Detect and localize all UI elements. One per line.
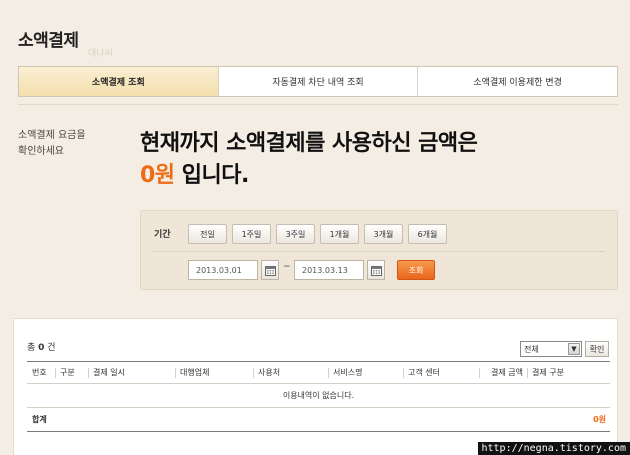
table-row: 이용내역이 없습니다. xyxy=(27,383,610,408)
column-header: 결제 일시 xyxy=(88,361,175,384)
divider xyxy=(18,104,618,105)
summary-line-1: 현재까지 소액결제를 사용하신 금액은 xyxy=(140,131,478,156)
column-header: 결제 금액 xyxy=(479,361,527,384)
total-count-value: 0 xyxy=(38,343,45,353)
empty-message: 이용내역이 없습니다. xyxy=(27,383,610,408)
page-title: 소액결제 xyxy=(18,31,79,51)
total-count: 총 0 건 xyxy=(27,340,56,353)
start-date-input[interactable]: 2013.03.01 xyxy=(188,260,258,280)
period-button-3-weeks[interactable]: 3주일 xyxy=(276,224,315,244)
summary-amount: 0원 xyxy=(140,163,175,188)
summary-suffix: 입니다. xyxy=(174,163,250,188)
column-header: 구분 xyxy=(55,361,88,384)
watermark: http://negna.tistory.com xyxy=(477,442,630,455)
guide-line-2: 확인하세요 xyxy=(18,146,64,157)
column-header: 번호 xyxy=(27,361,55,384)
guide-text: 소액결제 요금을 확인하세요 xyxy=(18,128,118,160)
tab-autopay-block-history[interactable]: 자동결제 차단 내역 조회 xyxy=(217,67,418,96)
column-header: 사용처 xyxy=(253,361,328,384)
type-select-value: 전체 xyxy=(524,344,539,354)
date-range-separator: ~ xyxy=(283,262,291,272)
tab-bar: 소액결제 조회 자동결제 차단 내역 조회 소액결제 이용제한 변경 xyxy=(18,66,618,97)
search-button[interactable]: 조회 xyxy=(397,260,435,280)
column-header: 서비스명 xyxy=(328,361,403,384)
sum-row: 합계 0원 xyxy=(27,407,610,432)
column-header: 고객 센터 xyxy=(403,361,479,384)
calendar-icon[interactable] xyxy=(261,260,279,280)
calendar-icon[interactable] xyxy=(367,260,385,280)
total-prefix: 총 xyxy=(27,343,36,353)
period-label: 기간 xyxy=(154,230,171,240)
period-buttons: 전일 1주일 3주일 1개월 3개월 6개월 xyxy=(188,224,447,244)
end-date-input[interactable]: 2013.03.13 xyxy=(294,260,364,280)
dropdown-arrow-icon[interactable]: ▼ xyxy=(568,343,580,355)
usage-summary: 현재까지 소액결제를 사용하신 금액은 0원 입니다. xyxy=(140,128,478,192)
period-button-yesterday[interactable]: 전일 xyxy=(188,224,227,244)
column-header: 대행업체 xyxy=(175,361,253,384)
ghost-text: 대나씨 xyxy=(88,49,113,59)
type-select[interactable]: 전체 ▼ xyxy=(520,341,582,357)
result-panel: 총 0 건 전체 ▼ 확인 번호 구분 결제 일시 대행업체 사용처 서비스명 … xyxy=(13,318,618,455)
tab-usage-limit-change[interactable]: 소액결제 이용제한 변경 xyxy=(417,67,617,96)
period-button-1-week[interactable]: 1주일 xyxy=(232,224,271,244)
period-button-6-months[interactable]: 6개월 xyxy=(408,224,447,244)
tab-payment-inquiry[interactable]: 소액결제 조회 xyxy=(19,67,218,96)
filter-divider xyxy=(153,251,605,252)
sum-label: 합계 xyxy=(27,407,479,432)
period-button-1-month[interactable]: 1개월 xyxy=(320,224,359,244)
confirm-button[interactable]: 확인 xyxy=(585,341,609,357)
period-button-3-months[interactable]: 3개월 xyxy=(364,224,403,244)
table-header-row: 번호 구분 결제 일시 대행업체 사용처 서비스명 고객 센터 결제 금액 결제… xyxy=(27,361,610,384)
sum-value: 0원 xyxy=(479,407,610,432)
payment-history-table: 번호 구분 결제 일시 대행업체 사용처 서비스명 고객 센터 결제 금액 결제… xyxy=(27,361,610,432)
summary-line-2: 0원 입니다. xyxy=(140,160,477,192)
column-header: 결제 구분 xyxy=(527,361,610,384)
guide-line-1: 소액결제 요금을 xyxy=(18,130,86,141)
search-filter-box: 기간 전일 1주일 3주일 1개월 3개월 6개월 2013.03.01 ~ 2… xyxy=(140,210,618,290)
total-suffix: 건 xyxy=(47,343,56,353)
